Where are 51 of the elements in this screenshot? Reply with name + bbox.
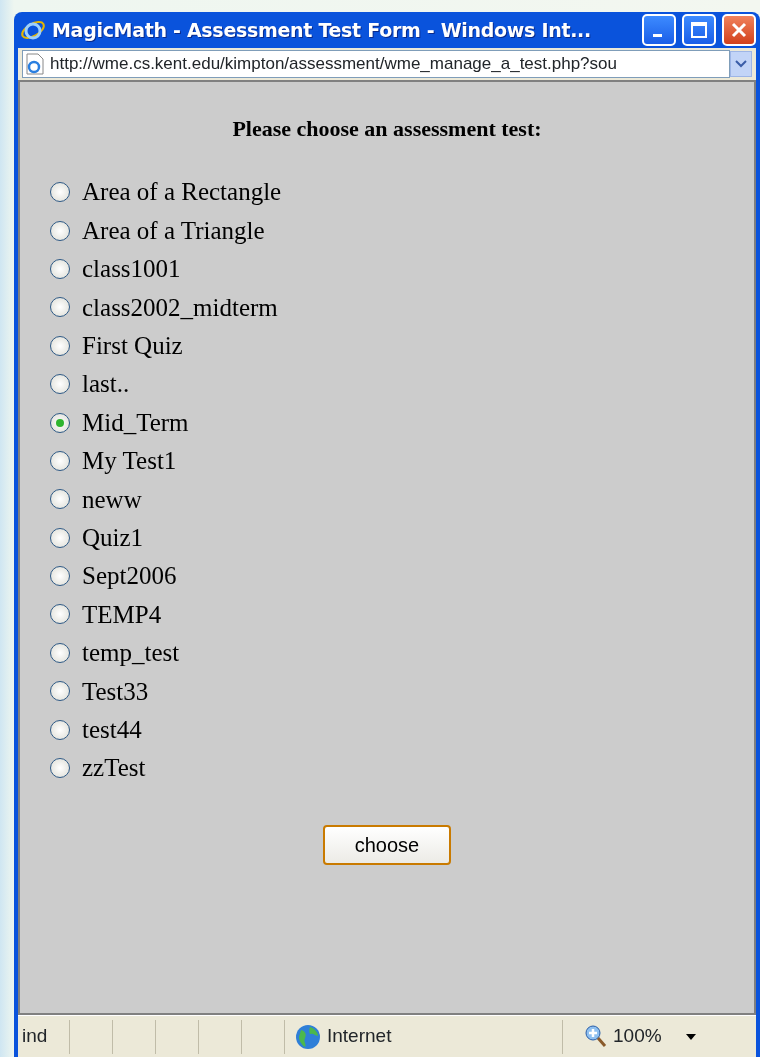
zoom-in-icon xyxy=(585,1024,607,1049)
radio-button[interactable] xyxy=(50,719,70,740)
zoom-control[interactable]: 100% xyxy=(563,1019,703,1054)
option-label: Area of a Triangle xyxy=(82,215,265,246)
minimize-button[interactable] xyxy=(642,14,676,46)
maximize-button[interactable] xyxy=(682,14,716,46)
caret-icon xyxy=(685,1033,696,1040)
option-label: Mid_Term xyxy=(82,407,189,438)
close-button[interactable] xyxy=(722,14,756,46)
maximize-icon xyxy=(690,21,708,39)
option-label: My Test1 xyxy=(82,446,177,477)
radio-button[interactable] xyxy=(50,642,70,663)
option-label: Sept2006 xyxy=(82,561,177,592)
option-label: test44 xyxy=(82,714,142,745)
radio-button[interactable] xyxy=(50,566,70,587)
zone-label: Internet xyxy=(327,1024,392,1049)
radio-button[interactable] xyxy=(50,527,70,548)
radio-button[interactable] xyxy=(50,220,70,241)
dropdown-button[interactable] xyxy=(730,51,752,77)
close-icon xyxy=(730,21,748,39)
radio-button[interactable] xyxy=(50,335,70,356)
option-label: temp_test xyxy=(82,638,180,669)
chevron-icon xyxy=(735,60,747,68)
choose-button[interactable]: choose xyxy=(323,825,451,866)
globe-icon xyxy=(295,1023,321,1050)
option-label: last.. xyxy=(82,369,130,400)
window-title: MagicMath - Assessment Test Form - Windows Int... xyxy=(52,17,592,43)
address-field[interactable]: http://wme.cs.kent.edu/kimpton/assessment/wme_manage_a_test.php?sou xyxy=(22,50,730,78)
option-label: Area of a Rectangle xyxy=(82,177,282,208)
option-label: class1001 xyxy=(82,254,181,285)
radio-button[interactable] xyxy=(50,681,70,702)
page-icon xyxy=(26,53,44,75)
option-label: Quiz1 xyxy=(82,522,144,553)
option-label: class2002_midterm xyxy=(82,292,278,323)
radio-button[interactable] xyxy=(50,450,70,471)
radio-button[interactable] xyxy=(50,604,70,625)
option-label: TEMP4 xyxy=(82,599,162,630)
option-label: Test33 xyxy=(82,676,149,707)
option-label: neww xyxy=(82,484,142,515)
radio-button[interactable] xyxy=(50,758,70,779)
option-label: zzTest xyxy=(82,753,146,784)
radio-button[interactable] xyxy=(50,182,70,203)
form-heading: Please choose an assessment test: xyxy=(232,115,542,143)
radio-button[interactable] xyxy=(50,489,70,510)
status-text: ind xyxy=(22,1024,48,1049)
option-label: First Quiz xyxy=(82,331,183,361)
radio-button[interactable] xyxy=(50,297,70,318)
radio-button[interactable] xyxy=(50,412,70,433)
radio-button[interactable] xyxy=(50,374,70,395)
minimize-icon xyxy=(652,33,662,37)
radio-button[interactable] xyxy=(50,258,70,279)
